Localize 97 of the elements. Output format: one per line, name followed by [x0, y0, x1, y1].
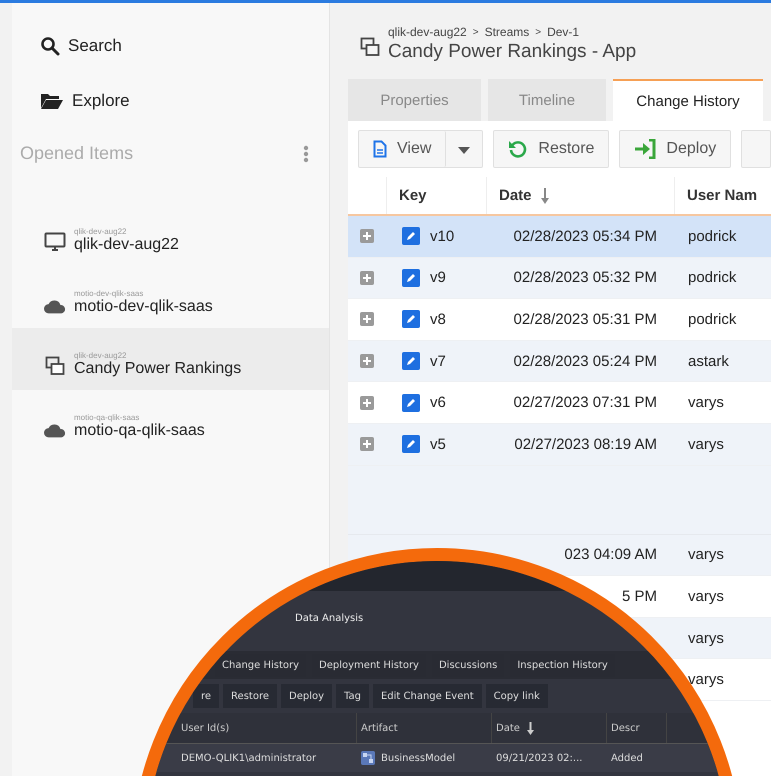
item-caption: qlik-dev-aug22 [74, 227, 128, 236]
table-cell: 02/28/2023 05:24 PM [514, 352, 657, 370]
edit-pencil-icon [402, 394, 420, 412]
table-cell: varys [688, 546, 724, 564]
table-cell: 02/28/2023 05:31 PM [514, 310, 657, 328]
cloud-icon [44, 298, 66, 314]
table-cell: podrick [688, 269, 736, 286]
undo-icon [508, 139, 528, 159]
toolbar-button[interactable]: Restore [223, 684, 277, 708]
breadcrumb-link[interactable]: Streams [484, 25, 530, 39]
more-options-icon[interactable] [303, 144, 309, 162]
edit-pencil-icon [402, 352, 420, 370]
table-cell: astark [688, 352, 729, 370]
edit-pencil-icon [402, 227, 420, 246]
edit-pencil-icon [402, 435, 420, 454]
sort-down-arrow-icon [540, 188, 550, 204]
table-cell: v8 [430, 310, 446, 328]
table-cell: v6 [430, 394, 446, 412]
deploy-button[interactable]: Deploy [619, 130, 732, 168]
search-icon [40, 36, 60, 56]
expand-plus-icon[interactable] [360, 312, 374, 326]
breadcrumb-separator: > [472, 26, 479, 38]
item-name: Candy Power Rankings [74, 360, 242, 378]
item-caption: qlik-dev-aug22 [74, 351, 128, 360]
breadcrumb-separator: > [535, 26, 542, 38]
windows-icon [45, 356, 65, 376]
table-cell: podrick [688, 310, 736, 328]
table-cell: BusinessModel [381, 752, 456, 764]
column-header[interactable]: User Nam [674, 177, 771, 214]
item-caption: motio-dev-qlik-saas [74, 289, 144, 298]
column-header[interactable]: User Id(s) [177, 713, 357, 743]
page-title: Candy Power Rankings - App [388, 41, 636, 63]
item-name: motio-dev-qlik-saas [74, 298, 213, 316]
opened-item[interactable]: qlik-dev-aug22 qlik-dev-aug22 [12, 204, 329, 266]
item-name: qlik-dev-aug22 [74, 236, 179, 254]
folder-icon [40, 92, 64, 110]
breadcrumb-link[interactable]: Dev-1 [547, 25, 580, 39]
table-cell: 02/27/2023 07:31 PM [514, 394, 657, 412]
expand-plus-icon[interactable] [360, 437, 374, 452]
table-row[interactable]: v7 02/28/2023 05:24 PM astark [348, 340, 771, 382]
column-header[interactable]: Date [486, 177, 674, 214]
column-header[interactable]: Artifact [357, 713, 492, 743]
toolbar-button[interactable]: Copy link [486, 684, 548, 708]
table-cell: varys [688, 588, 724, 605]
table-cell: v9 [430, 269, 446, 286]
table-cell-text: Added [610, 752, 644, 764]
sidebar-nav-link[interactable]: Search [12, 33, 122, 59]
table-cell-text: DEMO-QLIK1\administrator [180, 752, 318, 764]
expand-plus-icon[interactable] [360, 354, 374, 368]
caret-icon [458, 146, 470, 154]
table-cell: varys [688, 394, 724, 412]
monitor-icon [44, 232, 66, 252]
expand-plus-icon[interactable] [360, 396, 374, 410]
table-cell: varys [688, 671, 724, 688]
document-icon [373, 140, 387, 158]
table-cell: podrick [688, 228, 736, 245]
expand-plus-icon[interactable] [360, 229, 374, 244]
breadcrumb-link[interactable]: qlik-dev-aug22 [388, 25, 467, 39]
column-header[interactable]: Date [492, 713, 607, 743]
model-icon [361, 751, 375, 765]
opened-item[interactable]: motio-qa-qlik-saas motio-qa-qlik-saas [12, 390, 329, 452]
table-row[interactable]: v10 02/28/2023 05:34 PM podrick [348, 216, 771, 258]
windows-icon [360, 37, 380, 57]
restore-button[interactable]: Restore [493, 130, 610, 168]
expand-plus-icon[interactable] [360, 270, 374, 285]
toolbar-button[interactable]: re [193, 684, 220, 708]
cloud-icon [44, 422, 66, 438]
toolbar-button[interactable]: Edit Change Event [372, 684, 482, 708]
table-cell: varys [688, 630, 724, 647]
table-cell: varys [688, 436, 724, 453]
table-cell: 02/27/2023 08:19 AM [514, 436, 657, 453]
sort-down-arrow-icon [526, 722, 535, 734]
item-caption: motio-qa-qlik-saas [74, 413, 140, 422]
toolbar-button[interactable]: Deploy [281, 684, 332, 708]
table-row[interactable]: v5 02/27/2023 08:19 AM varys [348, 424, 771, 466]
edit-pencil-icon [402, 268, 420, 287]
app-title: Data Analysis [295, 613, 364, 624]
table-cell: 02/28/2023 05:32 PM [514, 269, 657, 286]
table-cell: 02/28/2023 05:34 PM [514, 228, 657, 245]
tab[interactable]: Change History [613, 79, 763, 121]
table-cell: 5 PM [622, 588, 657, 605]
opened-item[interactable]: motio-dev-qlik-saas motio-dev-qlik-saas [12, 266, 329, 328]
table-cell: v10 [430, 228, 454, 245]
table-cell: v5 [430, 436, 446, 453]
sign-in-arrow-icon [634, 139, 656, 159]
sidebar-nav-link[interactable]: Explore [12, 88, 130, 114]
table-cell: 023 04:09 AM [564, 546, 657, 564]
table-cell: v7 [430, 352, 446, 370]
opened-item[interactable]: qlik-dev-aug22 Candy Power Rankings [12, 328, 329, 390]
table-row[interactable]: v9 02/28/2023 05:32 PM podrick [348, 258, 771, 300]
table-cell-text: 09/21/2023 02:... [495, 752, 584, 764]
column-header[interactable]: Key [386, 177, 486, 214]
section-title: Opened Items [20, 143, 134, 164]
edit-pencil-icon [402, 310, 420, 328]
item-name: motio-qa-qlik-saas [74, 422, 205, 440]
toolbar-button[interactable]: Tag [336, 684, 369, 708]
column-header[interactable]: Descr [607, 713, 667, 743]
